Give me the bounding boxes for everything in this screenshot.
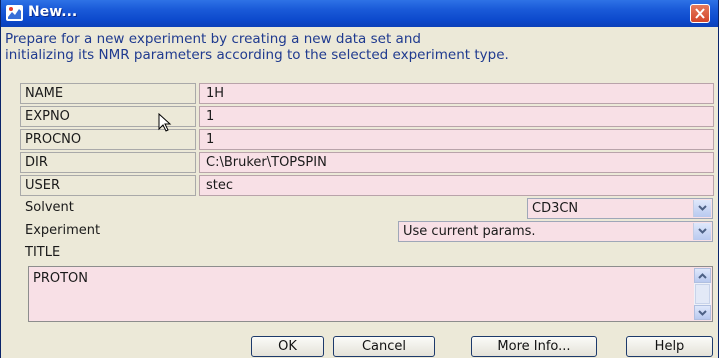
window-title: New... [28,4,78,20]
topspin-app-icon [6,5,23,21]
dir-field[interactable]: C:\Bruker\TOPSPIN [199,152,714,173]
title-textarea[interactable]: PROTON [28,266,713,322]
description-line-2: initializing its NMR parameters accordin… [5,47,509,63]
ok-button[interactable]: OK [251,336,324,357]
title-text: PROTON [33,271,89,286]
scroll-up-button[interactable] [694,268,711,283]
chevron-down-icon [698,310,707,316]
description-line-1: Prepare for a new experiment by creating… [5,31,421,47]
chevron-up-icon [698,273,707,279]
help-button[interactable]: Help [626,336,713,357]
expno-label: EXPNO [25,109,70,124]
chevron-down-icon [698,205,707,211]
dir-label-box: DIR [20,152,196,173]
procno-label: PROCNO [25,132,82,147]
dir-label: DIR [25,155,48,170]
title-scrollbar[interactable] [694,268,711,320]
new-dataset-dialog: New... Prepare for a new experiment by c… [0,0,719,358]
solvent-label: Solvent [25,200,74,215]
chevron-down-icon [698,228,707,234]
title-label: TITLE [25,245,61,260]
cancel-button[interactable]: Cancel [333,336,435,357]
name-field[interactable]: 1H [199,83,714,104]
experiment-value: Use current params. [403,224,536,239]
user-label-box: USER [20,175,196,196]
close-icon [695,8,705,19]
experiment-select[interactable]: Use current params. [398,221,713,242]
experiment-label: Experiment [25,223,101,238]
solvent-value: CD3CN [532,201,579,216]
scroll-down-button[interactable] [694,305,711,320]
name-label-box: NAME [20,83,196,104]
name-label: NAME [25,86,64,101]
user-field[interactable]: stec [199,175,714,196]
scroll-thumb[interactable] [695,284,710,304]
experiment-dropdown-button[interactable] [693,223,711,240]
mouse-pointer-icon [158,113,172,132]
solvent-select[interactable]: CD3CN [527,198,713,219]
user-label: USER [25,178,61,193]
dialog-description: Prepare for a new experiment by creating… [5,31,717,63]
title-bar[interactable]: New... [1,0,718,27]
expno-field[interactable]: 1 [199,106,714,127]
solvent-dropdown-button[interactable] [693,200,711,217]
procno-field[interactable]: 1 [199,129,714,150]
close-button[interactable] [690,4,710,23]
more-info-button[interactable]: More Info... [471,336,597,357]
